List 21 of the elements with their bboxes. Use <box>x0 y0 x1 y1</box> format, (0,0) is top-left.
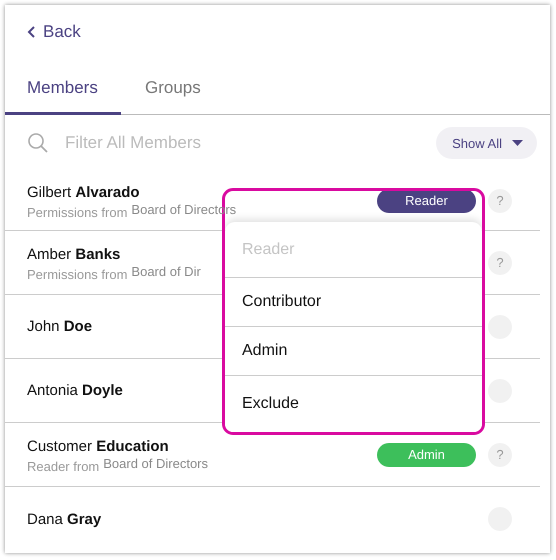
member-name: Customer Education <box>27 438 169 455</box>
member-name: Amber Banks <box>27 246 120 263</box>
permission-source-label: Permissions from <box>27 205 128 220</box>
search-icon <box>27 132 49 154</box>
role-option[interactable]: Contributor <box>225 278 482 327</box>
show-all-button[interactable]: Show All <box>436 127 537 159</box>
member-name: Gilbert Alvarado <box>27 184 140 201</box>
role-option[interactable]: Exclude <box>225 376 482 432</box>
group-name: Board of Dir <box>131 264 201 279</box>
permission-source-label: Permissions from <box>27 267 128 282</box>
tab[interactable]: Members <box>5 78 121 115</box>
member-name: John Doe <box>27 318 92 335</box>
group-name: Board of Directors <box>103 456 208 471</box>
permission-source-label: Reader from <box>27 459 100 474</box>
caret-icon <box>512 140 523 146</box>
chevron-left-icon <box>27 25 36 39</box>
member-name: Antonia Doyle <box>27 382 123 399</box>
member-name: Dana Gray <box>27 510 102 528</box>
role-option[interactable]: Admin <box>225 327 482 376</box>
tab[interactable]: Groups <box>123 78 223 115</box>
back-link[interactable]: Back <box>27 21 81 43</box>
